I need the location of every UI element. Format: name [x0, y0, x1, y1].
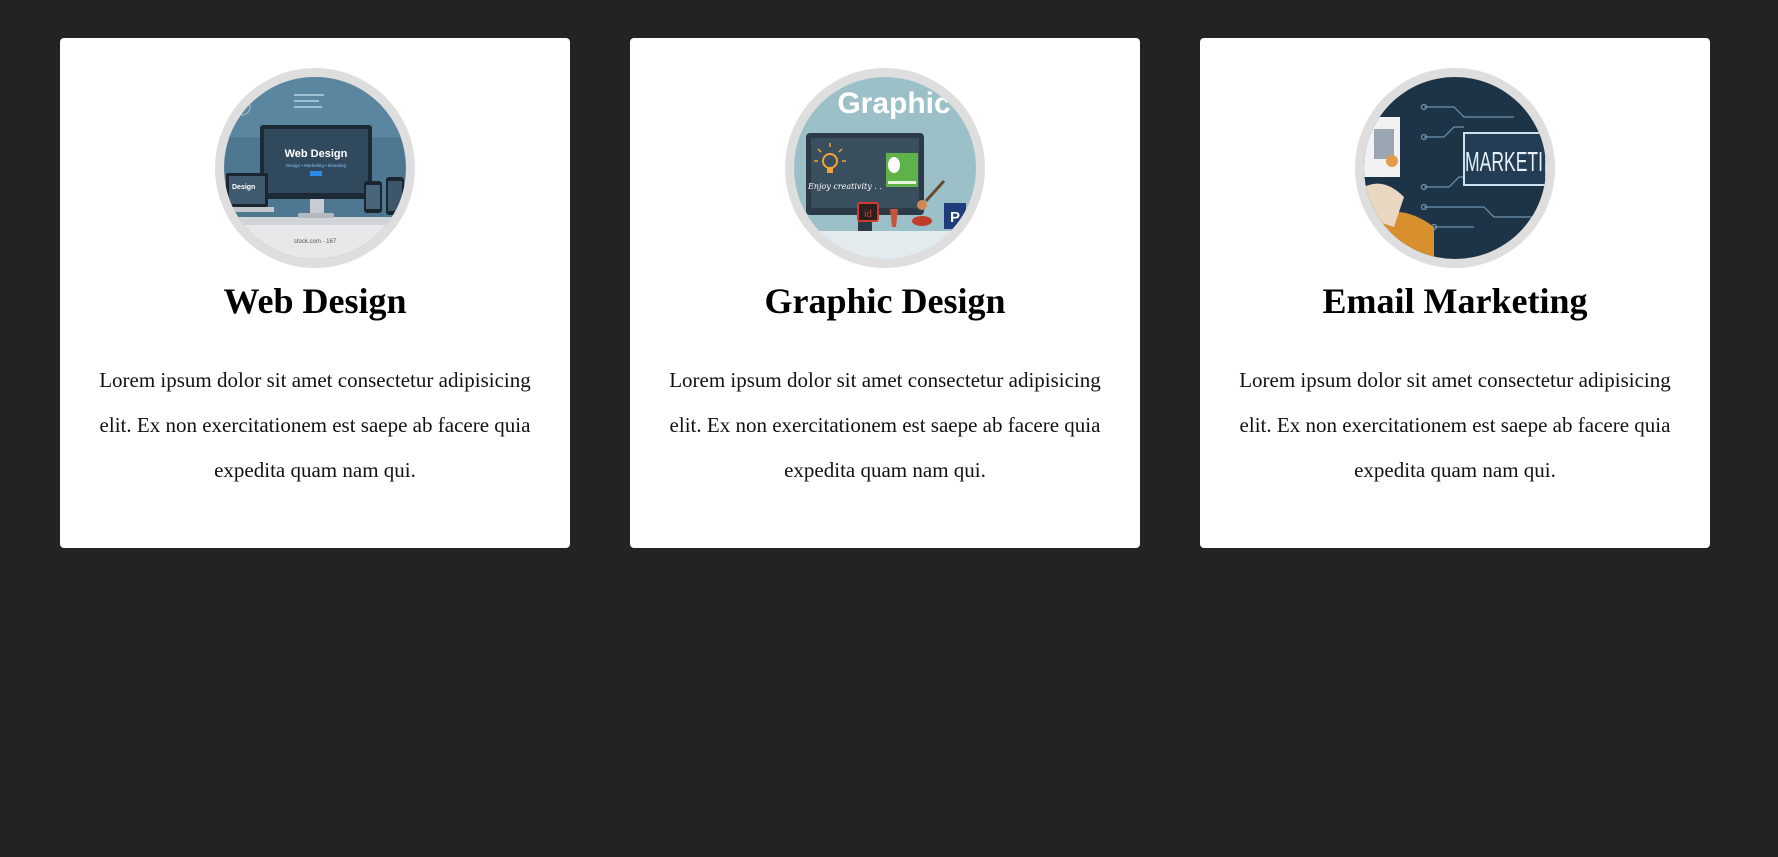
card-description: Lorem ipsum dolor sit amet consectetur a…	[669, 368, 1101, 482]
service-cards: Web Design Design • Marketing • Branding…	[60, 38, 1710, 548]
web-design-image-text: Web Design	[285, 148, 348, 160]
graphic-design-image-subtext: Enjoy creativity . .	[807, 182, 882, 191]
card-image-frame: Web Design Design • Marketing • Branding…	[215, 68, 415, 268]
graphic-design-image-text: Graphic	[837, 87, 950, 120]
card-title: Web Design	[223, 281, 407, 321]
card-title: Email Marketing	[1322, 281, 1588, 321]
graphic-design-image: Graphic Enjoy creativity . . id P	[794, 77, 976, 259]
svg-text:Design: Design	[232, 184, 255, 191]
email-marketing-image: MARKETI	[1364, 77, 1546, 259]
service-card-graphic-design: Graphic Enjoy creativity . . id P Graphi…	[630, 38, 1140, 548]
email-marketing-image-text: MARKETI	[1465, 146, 1543, 177]
web-design-image-footer: stock.com - 167	[294, 239, 337, 245]
card-image-frame: Graphic Enjoy creativity . . id P	[785, 68, 985, 268]
service-card-email-marketing: MARKETI Email Marketing Lorem ipsum dolo…	[1200, 38, 1710, 548]
svg-text:id: id	[864, 209, 872, 220]
service-card-web-design: Web Design Design • Marketing • Branding…	[60, 38, 570, 548]
web-design-image-subtext: Design • Marketing • Branding	[286, 163, 346, 168]
svg-text:P: P	[950, 209, 960, 226]
card-description: Lorem ipsum dolor sit amet consectetur a…	[99, 368, 531, 482]
card-image-frame: MARKETI	[1355, 68, 1555, 268]
card-title: Graphic Design	[764, 281, 1006, 321]
card-description: Lorem ipsum dolor sit amet consectetur a…	[1239, 368, 1671, 482]
web-design-image: Web Design Design • Marketing • Branding…	[224, 77, 406, 259]
